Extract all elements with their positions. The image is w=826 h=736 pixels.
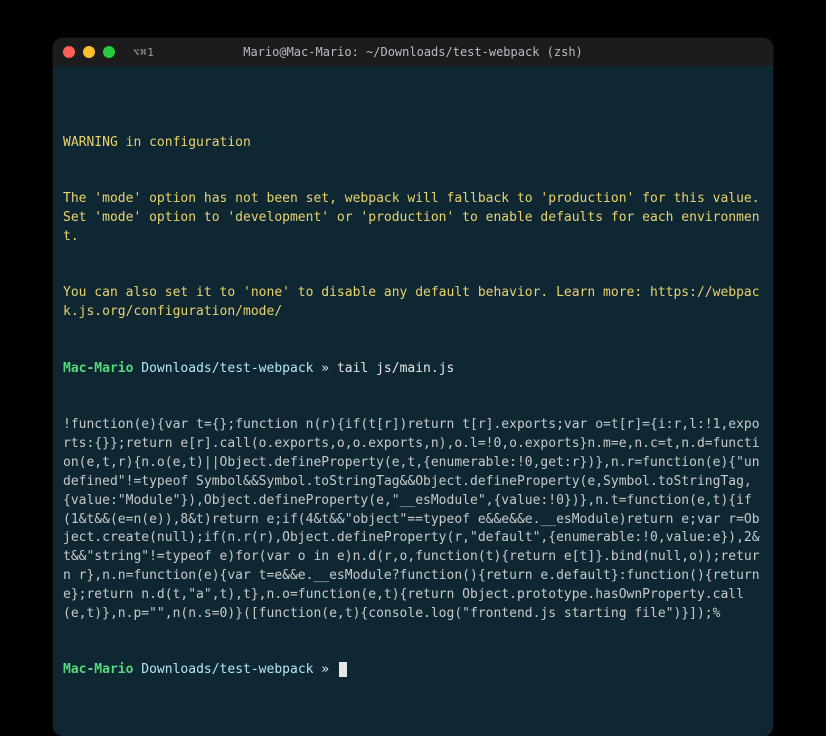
minimize-button[interactable] bbox=[83, 46, 95, 58]
window-title: Mario@Mac-Mario: ~/Downloads/test-webpac… bbox=[243, 45, 583, 59]
prompt-command: tail js/main.js bbox=[337, 361, 454, 376]
prompt-host: Mac-Mario bbox=[63, 662, 133, 677]
cursor bbox=[339, 662, 347, 677]
zoom-button[interactable] bbox=[103, 46, 115, 58]
warning-heading: WARNING in configuration bbox=[63, 134, 763, 153]
command-output: !function(e){var t={};function n(r){if(t… bbox=[63, 416, 763, 623]
tab-shortcut-indicator: ⌥⌘1 bbox=[133, 46, 154, 59]
prompt-path: Downloads/test-webpack bbox=[141, 361, 313, 376]
prompt-path: Downloads/test-webpack bbox=[141, 662, 313, 677]
terminal-body[interactable]: WARNING in configuration The 'mode' opti… bbox=[53, 66, 773, 736]
prompt-line-1: Mac-Mario Downloads/test-webpack » tail … bbox=[63, 360, 763, 379]
prompt-line-2: Mac-Mario Downloads/test-webpack » bbox=[63, 661, 763, 680]
terminal-window: ⌥⌘1 Mario@Mac-Mario: ~/Downloads/test-we… bbox=[53, 38, 773, 736]
titlebar: ⌥⌘1 Mario@Mac-Mario: ~/Downloads/test-we… bbox=[53, 38, 773, 66]
prompt-arrow: » bbox=[321, 361, 329, 376]
warning-text-1: The 'mode' option has not been set, webp… bbox=[63, 190, 763, 247]
prompt-host: Mac-Mario bbox=[63, 361, 133, 376]
traffic-lights bbox=[63, 46, 115, 58]
close-button[interactable] bbox=[63, 46, 75, 58]
prompt-arrow: » bbox=[321, 662, 329, 677]
warning-text-2: You can also set it to 'none' to disable… bbox=[63, 284, 763, 322]
